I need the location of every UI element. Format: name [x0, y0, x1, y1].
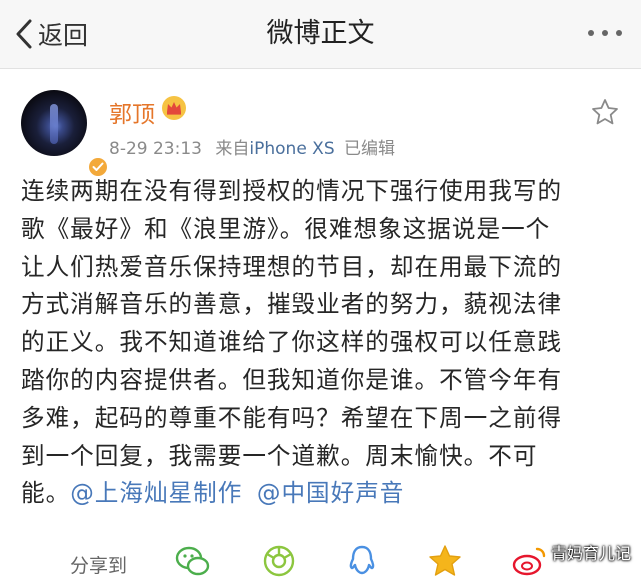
post-body-line: 到一个回复，我需要一个道歉。周末愉快。不可 [21, 441, 538, 470]
more-button[interactable] [583, 22, 627, 44]
post-body-line: 歌《最好》和《浪里游》。很难想象这据说是一个 [21, 214, 551, 243]
source-prefix: 来自 [215, 139, 250, 159]
qq-icon[interactable] [343, 543, 381, 579]
post-body-line: 踏你的内容提供者。但我知道你是谁。不管今年有 [21, 365, 563, 394]
back-chevron-icon [16, 19, 32, 49]
post-body-line: 方式消解音乐的善意，摧毁业者的努力，藐视法律 [21, 290, 563, 319]
back-button[interactable]: 返回 [14, 14, 88, 54]
mention-link[interactable]: @上海灿星制作 [70, 479, 242, 507]
post-body-line-last: 能。@上海灿星制作 @中国好声音 [21, 475, 626, 513]
post-body-text: 能。 [21, 479, 71, 508]
author-name[interactable]: 郭顶 [109, 95, 155, 129]
edited-label[interactable]: 已编辑 [344, 139, 395, 159]
post-card: 郭顶 8-29 23:13 来自iPhone XS 已编辑 连续两期在没有得到授… [0, 69, 641, 579]
post-body-line: 多难，起码的尊重不能有吗？希望在下周一之前得 [21, 403, 563, 432]
share-label: 分享到 [70, 555, 128, 577]
page-title: 微博正文 [266, 18, 375, 49]
wechat-icon[interactable] [174, 543, 212, 579]
back-label: 返回 [38, 21, 89, 50]
moments-icon[interactable] [260, 543, 298, 579]
avatar[interactable] [21, 90, 109, 178]
post-body-line: 的正义。我不知道谁给了你这样的强权可以任意践 [21, 328, 563, 357]
share-bar: 分享到 [0, 543, 641, 579]
verified-check-icon [92, 162, 104, 171]
post-meta: 8-29 23:13 来自iPhone XS 已编辑 [109, 134, 395, 159]
crown-icon[interactable] [161, 95, 187, 121]
post-body-line: 连续两期在没有得到授权的情况下强行使用我写的 [21, 177, 563, 205]
qzone-icon[interactable] [426, 543, 464, 579]
favorite-star-icon[interactable] [590, 97, 620, 127]
watermark: 青妈育儿记 [550, 544, 631, 563]
post-timestamp: 8-29 23:13 [109, 139, 202, 159]
mention-link[interactable]: @中国好声音 [257, 479, 405, 507]
nav-bar: 返回 微博正文 [0, 0, 641, 69]
weibo-icon[interactable] [510, 543, 548, 579]
post-body-line: 让人们热爱音乐保持理想的节目，却在用最下流的 [21, 252, 563, 281]
avatar-figure [50, 104, 58, 144]
post-body: 连续两期在没有得到授权的情况下强行使用我写的 歌《最好》和《浪里游》。很难想象这… [21, 173, 626, 513]
more-icon [588, 30, 622, 36]
source-device[interactable]: iPhone XS [249, 139, 334, 159]
